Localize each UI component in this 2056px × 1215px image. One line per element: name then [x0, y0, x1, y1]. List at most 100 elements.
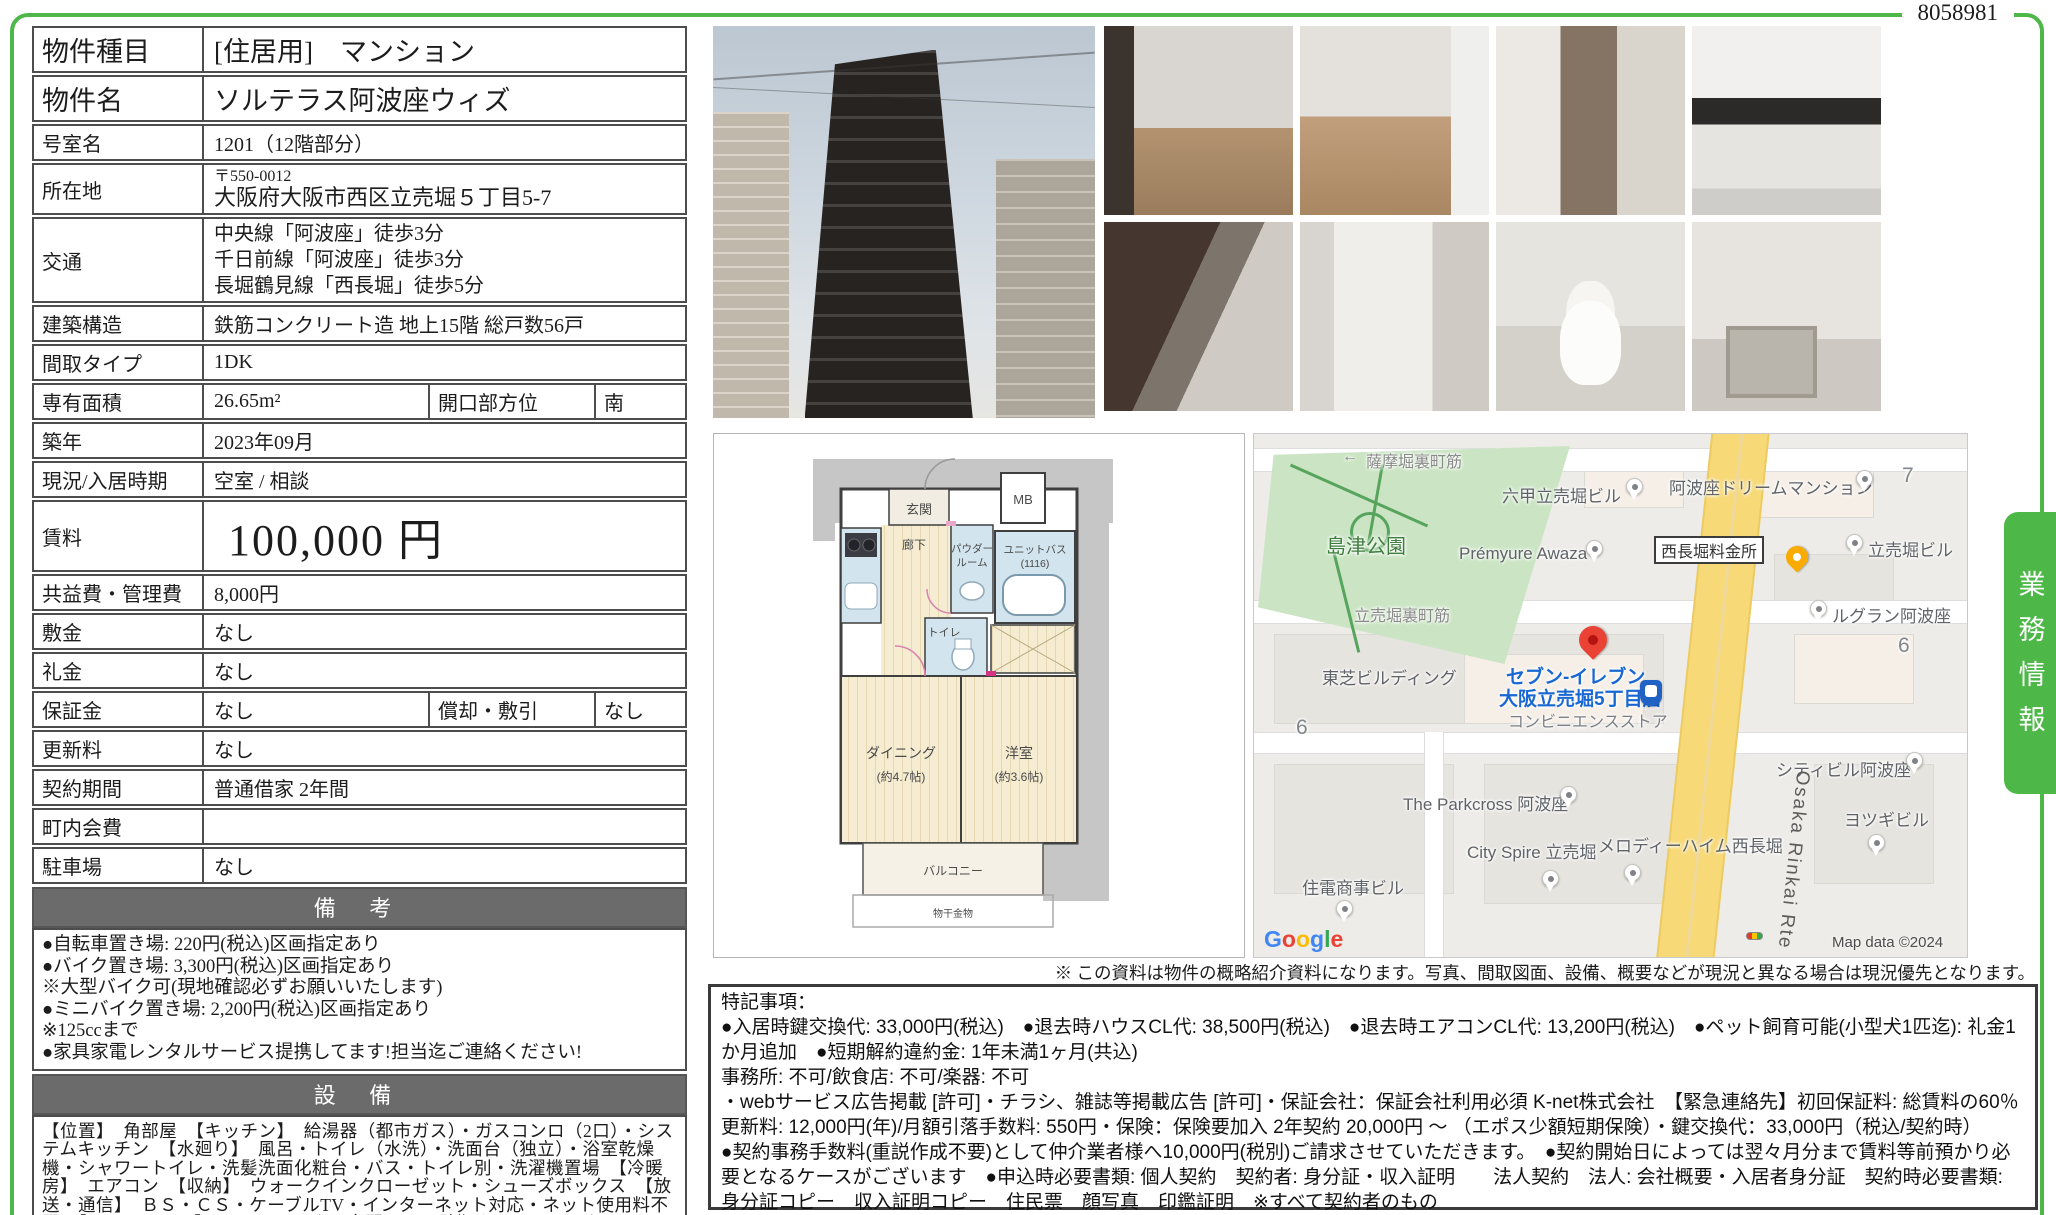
field-value: なし: [204, 654, 685, 687]
field-label: 建築構造: [34, 307, 204, 340]
store-pin-icon: [1640, 680, 1662, 706]
special-notes-box: 特記事項： ●入居時鍵交換代: 33,000円(税込) ●退去時ハウスCL代: …: [708, 984, 2038, 1210]
google-logo: Google: [1264, 926, 1343, 953]
field-value: なし: [204, 615, 685, 648]
room-label-powder-2: ルーム: [956, 557, 987, 569]
room-label-toilet: トイレ: [928, 627, 961, 639]
table-row-address: 所在地 〒550-0012 大阪府大阪市西区立売堀５丁目5-7: [32, 163, 687, 215]
property-table: 物件種目 [住居用] マンション 物件名 ソルテラス阿波座ウィズ 号室名 120…: [32, 26, 687, 1215]
map-label-seven-eleven-3: コンビニエンスストア: [1508, 708, 1668, 732]
table-row-neighborhood-fee: 町内会費: [32, 808, 687, 845]
equipment-body: 【位置】 角部屋 【キッチン】 給湯器（都市ガス）・ガスコンロ（2口）・システム…: [32, 1115, 687, 1215]
room-label-powder-1: パウダー: [951, 542, 993, 555]
table-row-key-money: 礼金 なし: [32, 652, 687, 689]
transport-line: 長堀鶴見線「西長堀」徒歩5分: [214, 273, 484, 299]
photo-kitchen: [1692, 26, 1881, 215]
table-row-layout-type: 間取タイプ 1DK: [32, 344, 687, 381]
map-label-yotsugi: ヨツギビル: [1844, 806, 1929, 831]
map-pin-icon: [1868, 834, 1885, 851]
map-pin-icon: [1906, 752, 1923, 769]
table-row-transport: 交通 中央線「阿波座」徒歩3分 千日前線「阿波座」徒歩3分 長堀鶴見線「西長堀」…: [32, 217, 687, 303]
building-exterior-photo: [713, 26, 1095, 418]
remark-line: ※大型バイク可(現地確認必ずお願いいたします): [42, 978, 677, 1000]
map-pin-icon: [1624, 864, 1641, 881]
map-label-juden: 住電商事ビル: [1302, 874, 1404, 899]
field-label: 共益費・管理費: [34, 576, 204, 609]
map-pin-icon: [1542, 870, 1559, 887]
map-pin-icon: [1336, 900, 1353, 917]
room-label-western: 洋室: [1005, 745, 1033, 761]
postal-code: 〒550-0012: [214, 168, 291, 186]
google-letter: e: [1330, 926, 1343, 952]
field-value: [204, 810, 685, 843]
field-value: 1DK: [204, 346, 685, 379]
room-label-hallway: 廊下: [902, 537, 926, 552]
map-pin-icon: [1560, 786, 1577, 803]
field-value: ソルテラス阿波座ウィズ: [204, 77, 685, 120]
equipment-header: 設 備: [32, 1074, 687, 1115]
field-value: [住居用] マンション: [204, 28, 685, 71]
field-label: 所在地: [34, 165, 204, 213]
map-label-parkcross: The Parkcross 阿波座: [1403, 790, 1568, 815]
table-row-deposit: 敷金 なし: [32, 613, 687, 650]
field-label: 敷金: [34, 615, 204, 648]
field-label: 間取タイプ: [34, 346, 204, 379]
map-pin-icon: [1846, 534, 1863, 551]
photo-washroom: [1300, 222, 1489, 411]
table-row-property-name: 物件名 ソルテラス阿波座ウィズ: [32, 75, 687, 122]
table-row-renewal-fee: 更新料 なし: [32, 730, 687, 767]
photo-toilet: [1496, 222, 1685, 411]
room-label-western-size: (約3.6帖): [995, 769, 1044, 784]
field-sub-value: なし: [596, 693, 685, 726]
field-value: 中央線「阿波座」徒歩3分 千日前線「阿波座」徒歩3分 長堀鶴見線「西長堀」徒歩5…: [204, 219, 685, 301]
map-label-legrand: ルグラン阿波座: [1832, 602, 1951, 627]
table-row-rent: 賃料 100,000 円: [32, 500, 687, 572]
field-sub-label: 償却・敷引: [430, 693, 596, 726]
room-label-mb: MB: [1013, 492, 1033, 507]
special-notes-line: 事務所: 不可/飲食店: 不可/楽器: 不可: [721, 1065, 2025, 1090]
road: [1424, 732, 1444, 958]
field-value: 普通借家 2年間: [204, 771, 685, 804]
street-label: 立売堀裏町筋: [1354, 602, 1450, 626]
table-row-management-fee: 共益費・管理費 8,000円: [32, 574, 687, 611]
google-letter: o: [1282, 926, 1296, 952]
road: [1254, 732, 1968, 754]
remark-line: ●自転車置き場: 220円(税込)区画指定あり: [42, 935, 677, 957]
field-label: 保証金: [34, 693, 204, 726]
field-label: 契約期間: [34, 771, 204, 804]
field-value: 8,000円: [204, 576, 685, 609]
remark-line: ※125ccまで: [42, 1021, 677, 1043]
table-row-built-year: 築年 2023年09月: [32, 422, 687, 459]
photo-laundry-space: [1692, 222, 1881, 411]
table-row-status: 現況/入居時期 空室 / 相談: [32, 461, 687, 498]
table-row-property-type: 物件種目 [住居用] マンション: [32, 26, 687, 73]
field-value: 1201（12階部分）: [204, 126, 685, 159]
map-pin-icon: [1626, 478, 1643, 495]
location-map: ← 薩摩堀裏町筋 六甲立売堀ビル 阿波座ドリームマンション 7 島津公園 Pré…: [1253, 433, 1968, 958]
field-value: 空室 / 相談: [204, 463, 685, 496]
remark-line: ●バイク置き場: 3,300円(税込)区画指定あり: [42, 957, 677, 979]
field-value: なし: [204, 693, 430, 726]
floor-plan-drawing: 玄関 MB 廊下 パウダー ルーム ユニットバス (1116) トイレ ダイニン…: [713, 433, 1245, 958]
floor-plan: 玄関 MB 廊下 パウダー ルーム ユニットバス (1116) トイレ ダイニン…: [713, 433, 1245, 958]
map-label-block-6: 6: [1898, 634, 1910, 658]
room-label-dining: ダイニング: [866, 745, 936, 761]
photo-interior-room-2: [1300, 26, 1489, 215]
table-row-area: 専有面積 26.65m² 開口部方位 南: [32, 383, 687, 420]
field-value: なし: [204, 732, 685, 765]
disclaimer-text: ※ この資料は物件の概略紹介資料になります。写真、間取図面、設備、概要などが現況…: [705, 960, 2035, 985]
photo-interior-room-1: [1104, 26, 1293, 215]
room-label-bath-2: (1116): [1021, 558, 1050, 570]
field-value: 鉄筋コンクリート造 地上15階 総戸数56戸: [204, 307, 685, 340]
map-label-block-6-left: 6: [1296, 716, 1308, 740]
street-arrow-icon: ←: [1342, 448, 1358, 466]
field-label: 築年: [34, 424, 204, 457]
special-notes-title: 特記事項：: [721, 990, 2025, 1015]
traffic-light-icon: [1746, 932, 1763, 940]
street-label: 薩摩堀裏町筋: [1366, 448, 1462, 472]
building-tower-silhouette: [805, 50, 973, 418]
business-info-tab[interactable]: 業務情報: [2004, 512, 2056, 794]
field-label: 現況/入居時期: [34, 463, 204, 496]
field-label: 町内会費: [34, 810, 204, 843]
remark-line: ●ミニバイク置き場: 2,200円(税込)区画指定あり: [42, 1000, 677, 1022]
